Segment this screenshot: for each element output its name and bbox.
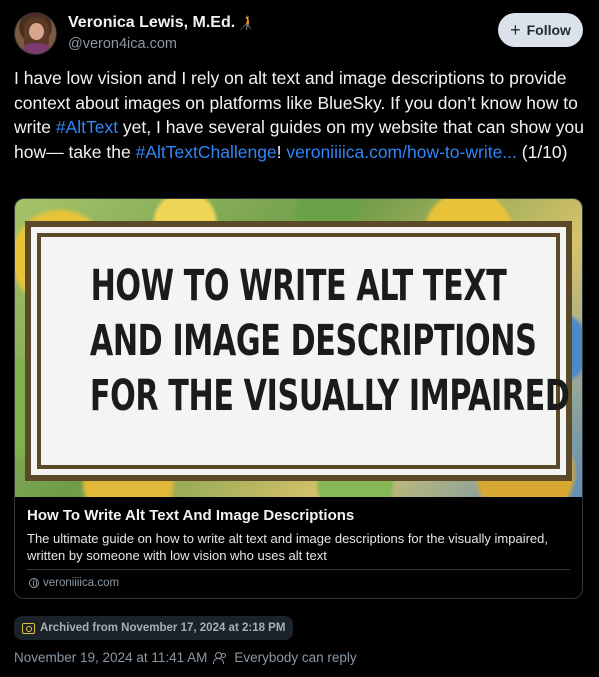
link-preview-divider [27,569,570,570]
link-preview-description: The ultimate guide on how to write alt t… [27,531,548,563]
globe-icon [29,578,39,588]
avatar-face [29,23,44,40]
archive-clock-icon [22,622,35,634]
image-headline-line: AND IMAGE DESCRIPTIONS [89,316,537,366]
link-preview-title[interactable]: How To Write Alt Text And Image Descript… [27,507,570,524]
post-link[interactable]: veroniiiica.com/how-to-write... [286,142,516,162]
avatar[interactable] [14,12,57,55]
post-text: I have low vision and I rely on alt text… [14,66,586,164]
author-handle[interactable]: @veron4ica.com [68,36,177,52]
hashtag-alttextchallenge[interactable]: #AltTextChallenge [136,142,277,162]
post-header: Veronica Lewis, M.Ed. 🧑‍🦯 @veron4ica.com … [14,12,583,56]
hashtag-alttext[interactable]: #AltText [56,117,118,137]
post-text-segment: ! [276,141,287,162]
reply-setting: Everybody can reply [234,650,357,665]
link-preview-domain-text: veroniiiica.com [43,577,120,589]
link-preview-image[interactable]: HOW TO WRITE ALT TEXT AND IMAGE DESCRIPT… [15,199,582,497]
author-name[interactable]: Veronica Lewis, M.Ed. 🧑‍🦯 [68,14,254,32]
archived-badge[interactable]: Archived from November 17, 2024 at 2:18 … [14,616,294,640]
link-preview-domain: veroniiiica.com [29,577,119,589]
person-with-cane-icon: 🧑‍🦯 [238,15,255,30]
avatar-shirt [21,43,52,54]
follow-button-label: Follow [526,22,571,38]
image-headline: HOW TO WRITE ALT TEXT AND IMAGE DESCRIPT… [89,259,570,424]
archived-badge-label: Archived from November 17, 2024 at 2:18 … [40,622,286,634]
people-icon [213,651,228,664]
author-name-text[interactable]: Veronica Lewis, M.Ed. [68,14,235,31]
post-thread-count: (1/10) [516,141,568,162]
image-headline-line: HOW TO WRITE ALT TEXT [90,261,507,311]
image-frame: HOW TO WRITE ALT TEXT AND IMAGE DESCRIPT… [25,221,572,481]
plus-icon: + [510,20,521,40]
post-meta: November 19, 2024 at 11:41 AM Everybody … [14,650,357,665]
link-preview-card[interactable]: HOW TO WRITE ALT TEXT AND IMAGE DESCRIPT… [14,198,583,599]
post-timestamp[interactable]: November 19, 2024 at 11:41 AM [14,650,207,665]
image-headline-line: FOR THE VISUALLY IMPAIRED [89,371,570,421]
people-icon-second [221,652,227,658]
follow-button[interactable]: + Follow [498,13,583,47]
